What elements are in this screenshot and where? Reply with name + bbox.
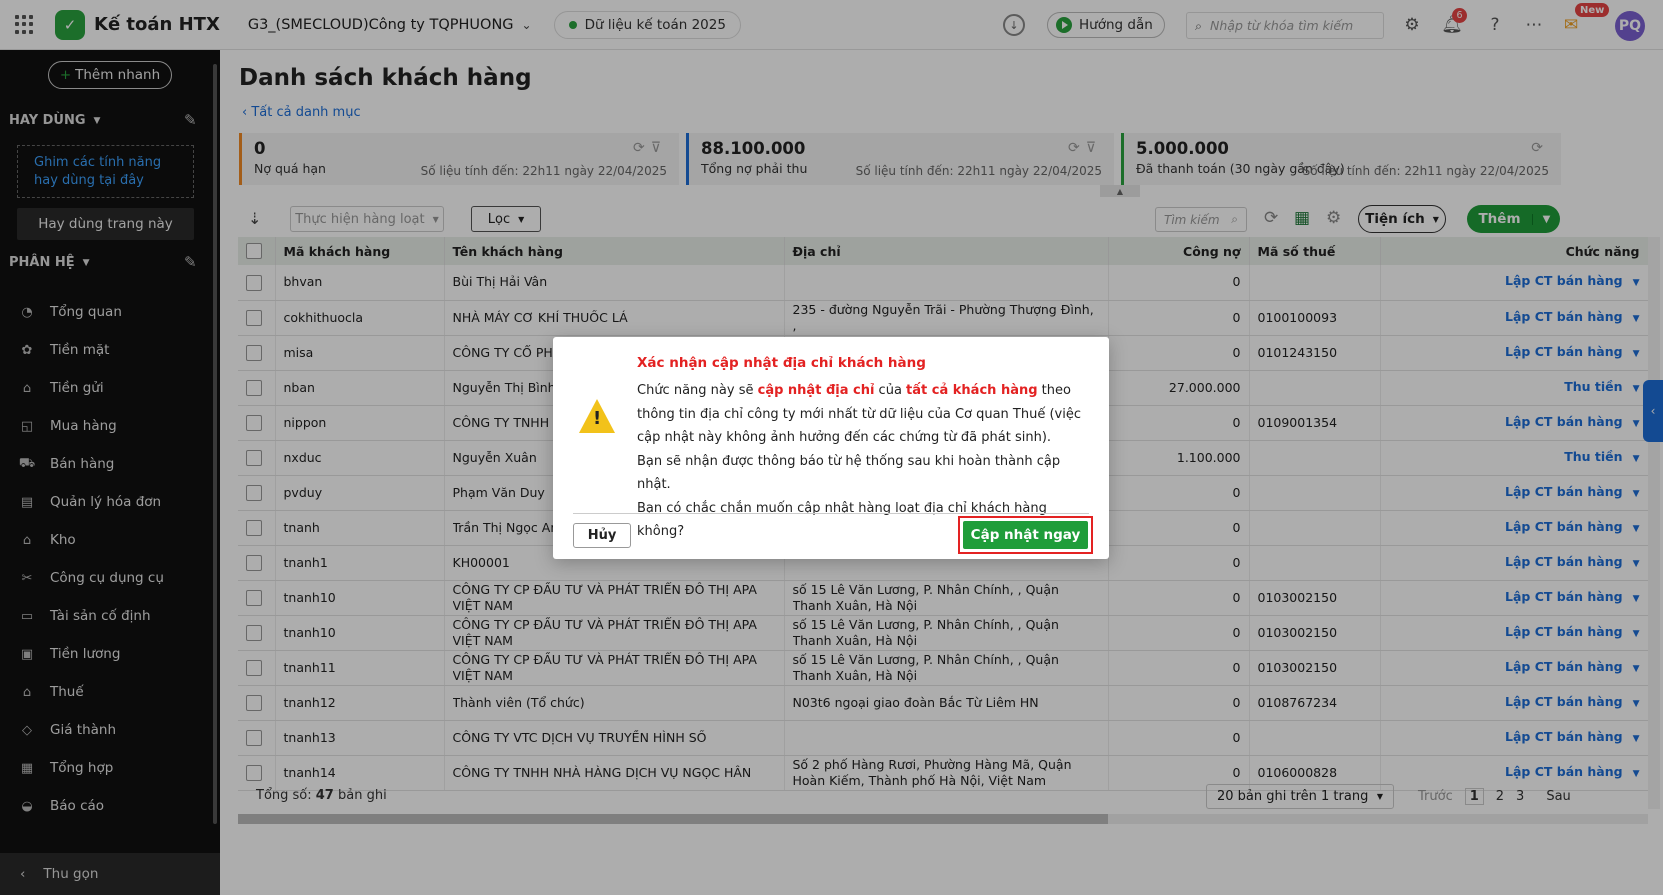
update-now-button[interactable]: Cập nhật ngay: [963, 521, 1088, 549]
confirm-update-address-dialog: ! Xác nhận cập nhật địa chỉ khách hàng C…: [553, 337, 1109, 559]
dialog-text: của: [874, 383, 907, 398]
dialog-line-1: Chức năng này sẽ cập nhật địa chỉ của tấ…: [637, 379, 1092, 450]
dialog-highlight: tất cả khách hàng: [906, 383, 1038, 398]
dialog-title: Xác nhận cập nhật địa chỉ khách hàng: [637, 355, 926, 371]
dialog-text: Chức năng này sẽ: [637, 383, 758, 398]
cancel-button[interactable]: Hủy: [573, 523, 631, 548]
dialog-line-2: Bạn sẽ nhận được thông báo từ hệ thống s…: [637, 453, 1061, 493]
dialog-divider: [573, 513, 1089, 514]
dialog-highlight: cập nhật địa chỉ: [757, 383, 875, 398]
warning-icon: !: [579, 399, 615, 433]
confirm-highlight-frame: Cập nhật ngay: [958, 516, 1093, 554]
